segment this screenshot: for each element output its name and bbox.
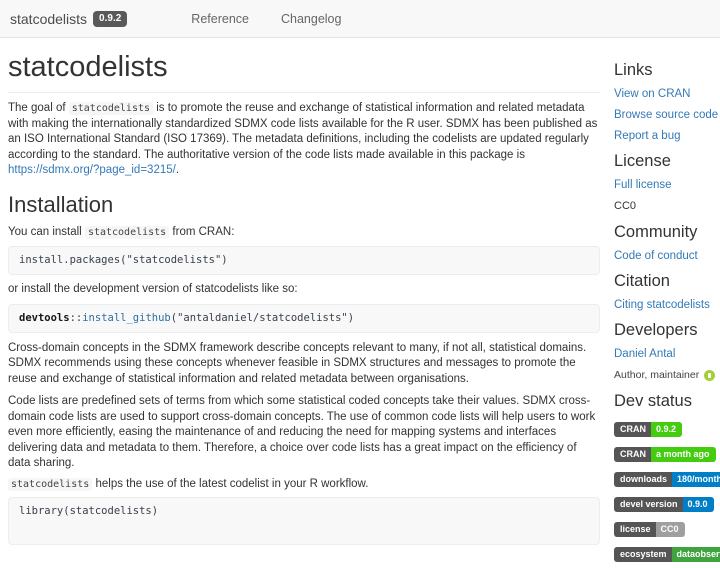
list-item: Browse source code xyxy=(614,109,720,122)
navbar: statcodelists 0.9.2 Reference Changelog xyxy=(0,0,720,38)
citation-heading: Citation xyxy=(614,271,720,291)
install-dev-paragraph: or install the development version of st… xyxy=(8,282,600,298)
list-item: Full license xyxy=(614,179,720,192)
list-item: Report a bug xyxy=(614,130,720,143)
code-operator: :: xyxy=(70,312,83,324)
sidebar-section-community: Community Code of conduct xyxy=(614,222,720,263)
list-item: devel version0.9.0 xyxy=(614,494,720,512)
install-text-pre: You can install xyxy=(8,226,85,238)
code-function: install_github xyxy=(82,312,171,324)
sidebar-section-dev-status: Dev status CRAN0.9.2 CRANa month ago dow… xyxy=(614,391,720,562)
orcid-icon[interactable] xyxy=(704,370,715,381)
page-content: statcodelists The goal of statcodelists … xyxy=(0,38,720,569)
badge-value: a month ago xyxy=(651,447,716,462)
sidebar-link-developer-daniel-antal[interactable]: Daniel Antal xyxy=(614,348,675,360)
install-text-post: from CRAN: xyxy=(169,226,234,238)
intro-text-pre: The goal of xyxy=(8,102,69,114)
code-block-library: library(statcodelists) xyxy=(8,497,600,545)
developer-role-label: Author, maintainer xyxy=(614,369,699,381)
badge-label: ecosystem xyxy=(614,547,672,562)
badge-value: dataobservatory xyxy=(672,547,720,562)
badge-value: 0.9.2 xyxy=(651,422,682,437)
nav-item-changelog[interactable]: Changelog xyxy=(265,2,357,36)
badge-label: CRAN xyxy=(614,447,651,462)
sidebar-link-full-license[interactable]: Full license xyxy=(614,179,672,191)
title-divider xyxy=(8,92,600,93)
navbar-brand[interactable]: statcodelists xyxy=(10,11,87,27)
sidebar-link-browse-source[interactable]: Browse source code xyxy=(614,109,718,121)
developer-role: Author, maintainer xyxy=(614,369,720,381)
badge-ecosystem[interactable]: ecosystemdataobservatory xyxy=(614,547,720,562)
sidebar-section-links: Links View on CRAN Browse source code Re… xyxy=(614,60,720,143)
list-item: downloads180/month xyxy=(614,469,720,487)
list-item: View on CRAN xyxy=(614,88,720,101)
code-block-install-dev: devtools::install_github("antaldaniel/st… xyxy=(8,304,600,333)
inline-code-pkg: statcodelists xyxy=(85,226,169,239)
sidebar-link-code-of-conduct[interactable]: Code of conduct xyxy=(614,250,698,262)
license-name: CC0 xyxy=(614,200,720,212)
sidebar-link-view-on-cran[interactable]: View on CRAN xyxy=(614,88,691,100)
badge-label: CRAN xyxy=(614,422,651,437)
badge-label: license xyxy=(614,522,656,537)
links-heading: Links xyxy=(614,60,720,80)
badge-value: 0.9.0 xyxy=(683,497,714,512)
badge-cran-release-date[interactable]: CRANa month ago xyxy=(614,447,716,462)
sdmx-link[interactable]: https://sdmx.org/?page_id=3215/ xyxy=(8,164,176,176)
sidebar-section-developers: Developers Daniel Antal Author, maintain… xyxy=(614,320,720,381)
cross-domain-paragraph: Cross-domain concepts in the SDMX framew… xyxy=(8,341,600,388)
main-column: statcodelists The goal of statcodelists … xyxy=(0,38,606,545)
list-item: licenseCC0 xyxy=(614,519,720,537)
list-item: Citing statcodelists xyxy=(614,299,720,312)
sidebar-section-license: License Full license CC0 xyxy=(614,151,720,212)
badge-value: CC0 xyxy=(656,522,685,537)
sidebar: Links View on CRAN Browse source code Re… xyxy=(614,38,720,569)
sidebar-link-citing[interactable]: Citing statcodelists xyxy=(614,299,710,311)
intro-paragraph: The goal of statcodelists is to promote … xyxy=(8,101,600,179)
badge-cran-version[interactable]: CRAN0.9.2 xyxy=(614,422,682,437)
navbar-links: Reference Changelog xyxy=(175,2,357,36)
intro-text-post: . xyxy=(176,164,179,176)
nav-item-reference[interactable]: Reference xyxy=(175,2,265,36)
badge-label: devel version xyxy=(614,497,683,512)
code-args: ("antaldaniel/statcodelists") xyxy=(171,312,354,324)
badge-devel-version[interactable]: devel version0.9.0 xyxy=(614,497,714,512)
install-cran-paragraph: You can install statcodelists from CRAN: xyxy=(8,225,600,241)
dev-status-heading: Dev status xyxy=(614,391,720,411)
list-item: CRAN0.9.2 xyxy=(614,419,720,437)
inline-code-pkg: statcodelists xyxy=(69,102,153,115)
code-lists-paragraph: Code lists are predefined sets of terms … xyxy=(8,394,600,472)
license-heading: License xyxy=(614,151,720,171)
dev-status-badges: CRAN0.9.2 CRANa month ago downloads180/m… xyxy=(614,419,720,562)
list-item: ecosystemdataobservatory xyxy=(614,544,720,562)
section-heading-installation: Installation xyxy=(8,192,600,218)
code-block-install-cran: install.packages("statcodelists") xyxy=(8,246,600,275)
community-heading: Community xyxy=(614,222,720,242)
sidebar-section-citation: Citation Citing statcodelists xyxy=(614,271,720,312)
sidebar-link-report-bug[interactable]: Report a bug xyxy=(614,130,681,142)
page-title: statcodelists xyxy=(8,50,600,84)
list-item: Daniel Antal xyxy=(614,348,720,361)
workflow-text: helps the use of the latest codelist in … xyxy=(92,478,368,490)
inline-code-pkg: statcodelists xyxy=(8,478,92,491)
developers-heading: Developers xyxy=(614,320,720,340)
workflow-paragraph: statcodelists helps the use of the lates… xyxy=(8,477,600,493)
list-item: Code of conduct xyxy=(614,250,720,263)
badge-license[interactable]: licenseCC0 xyxy=(614,522,685,537)
code-namespace: devtools xyxy=(19,312,70,324)
version-badge: 0.9.2 xyxy=(93,11,127,27)
list-item: CRANa month ago xyxy=(614,444,720,462)
